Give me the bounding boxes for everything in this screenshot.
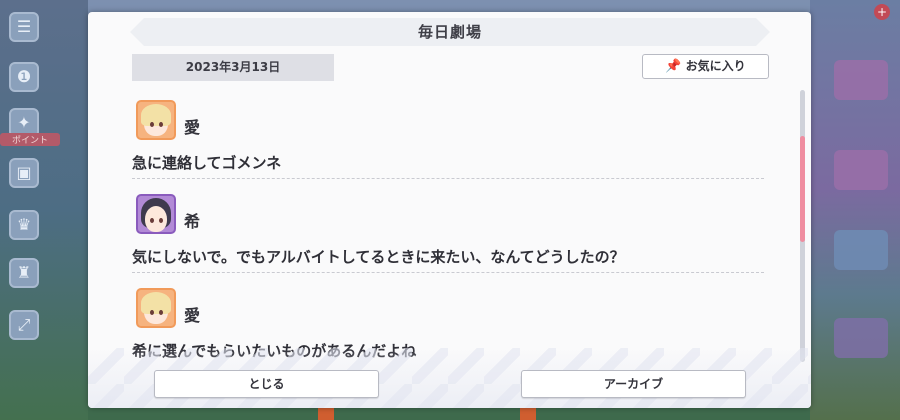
dialogue-text: 気にしないで。でもアルバイトしてるときに来たい、なんてどうしたの？ [132, 248, 625, 266]
favorite-button[interactable]: 📌 お気に入り [642, 54, 769, 79]
close-button[interactable]: とじる [154, 370, 379, 398]
daily-theater-dialog: 毎日劇場 2023年3月13日 📌 お気に入り 愛 急に連絡してゴメンネ 希 気に… [88, 12, 811, 408]
entry-divider [132, 272, 764, 273]
present-icon[interactable]: ▣ [9, 158, 39, 188]
point-tag: ポイント [0, 133, 60, 146]
right-menu-background: + [810, 0, 900, 420]
favorite-label: お気に入り [685, 59, 746, 73]
menu-tile[interactable] [834, 230, 888, 270]
trophy-icon[interactable]: ♛ [9, 210, 39, 240]
pin-icon: 📌 [665, 59, 682, 74]
scrollbar-thumb[interactable] [800, 136, 805, 242]
speaker-name: 希 [184, 212, 201, 231]
left-menu-background: ☰ ❶ ✦ ポイント ▣ ♛ ♜ ⤢ [0, 0, 88, 420]
nozomi-avatar [136, 194, 176, 234]
archive-button[interactable]: アーカイブ [521, 370, 746, 398]
dialogue-text: 急に連絡してゴメンネ [132, 154, 282, 172]
background-prop [520, 406, 536, 420]
dialogue-text: 希に選んでもらいたいものがあるんだよね [132, 342, 417, 360]
scrollbar[interactable] [800, 90, 805, 362]
speaker-name: 愛 [184, 118, 201, 137]
menu-tile[interactable] [834, 150, 888, 190]
expand-icon[interactable]: ⤢ [9, 310, 39, 340]
plus-icon[interactable]: + [874, 4, 890, 20]
background-prop [318, 406, 334, 420]
menu-icon[interactable]: ☰ [9, 12, 39, 42]
menu-tile[interactable] [834, 60, 888, 100]
dialog-title: 毎日劇場 [417, 23, 482, 41]
chat-icon[interactable]: ❶ [9, 62, 39, 92]
ai-avatar [136, 100, 176, 140]
date-label: 2023年3月13日 [132, 54, 334, 81]
menu-tile[interactable] [834, 318, 888, 358]
entry-divider [132, 178, 764, 179]
trophy-icon[interactable]: ♜ [9, 258, 39, 288]
speaker-name: 愛 [184, 306, 201, 325]
ai-avatar [136, 288, 176, 328]
dialog-title-bar: 毎日劇場 [130, 18, 770, 46]
conversation-log[interactable]: 愛 急に連絡してゴメンネ 希 気にしないで。でもアルバイトしてるときに来たい、な… [132, 96, 764, 366]
